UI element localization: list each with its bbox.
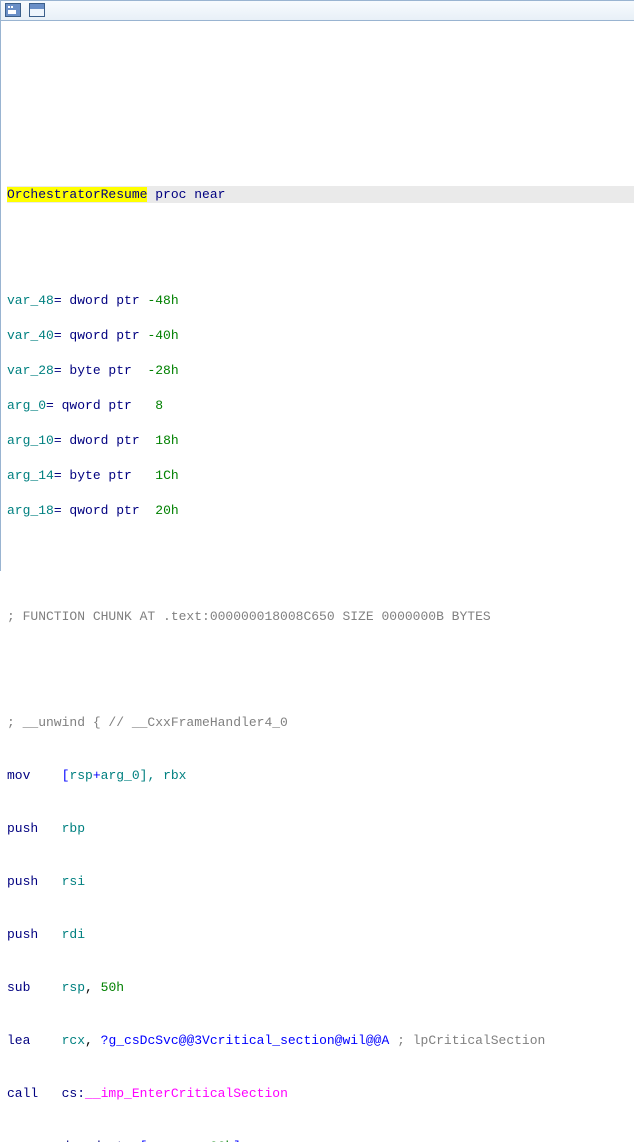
- disassembly-view: OrchestratorResume proc near var_48= dwo…: [1, 21, 634, 1142]
- asm-line: mov [rsp+arg_0], rbx: [7, 767, 634, 784]
- function-name: OrchestratorResume: [7, 187, 147, 202]
- var-decl: var_48= dword ptr -48h: [7, 292, 634, 309]
- asm-line: push rdi: [7, 926, 634, 943]
- comment-line: ; FUNCTION CHUNK AT .text:000000018008C6…: [7, 608, 634, 625]
- var-decl: arg_0= qword ptr 8: [7, 397, 634, 414]
- asm-line: push rsi: [7, 873, 634, 890]
- asm-line: lea rcx, ?g_csDcSvc@@3Vcritical_section@…: [7, 1032, 634, 1049]
- var-decl: arg_18= qword ptr 20h: [7, 502, 634, 519]
- asm-line: nop dword ptr [rax+rax+00h]: [7, 1138, 634, 1142]
- toolbar: [1, 1, 634, 21]
- proc-header: OrchestratorResume proc near: [7, 186, 634, 203]
- window-icon[interactable]: [5, 3, 21, 17]
- var-decl: arg_10= dword ptr 18h: [7, 432, 634, 449]
- asm-line: sub rsp, 50h: [7, 979, 634, 996]
- panel-icon[interactable]: [29, 3, 45, 17]
- asm-line: push rbp: [7, 820, 634, 837]
- var-decl: arg_14= byte ptr 1Ch: [7, 467, 634, 484]
- var-decl: var_40= qword ptr -40h: [7, 327, 634, 344]
- asm-line: call cs:__imp_EnterCriticalSection: [7, 1085, 634, 1102]
- var-decl: var_28= byte ptr -28h: [7, 362, 634, 379]
- comment-line: ; __unwind { // __CxxFrameHandler4_0: [7, 714, 634, 731]
